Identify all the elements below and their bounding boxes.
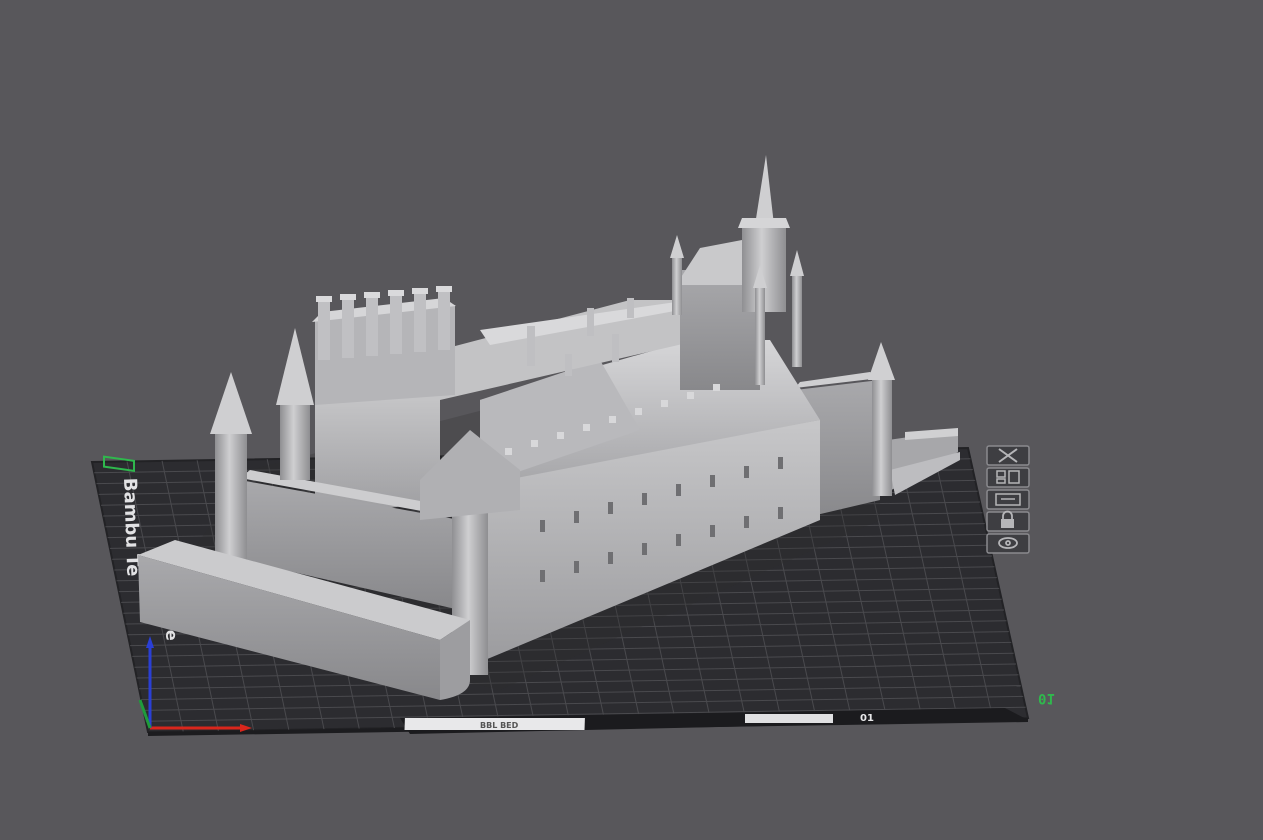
pinnacle-right-2 xyxy=(672,255,682,315)
plate-number-icon: 01 xyxy=(860,713,874,724)
keep-turret-cap xyxy=(436,286,452,292)
orient-plate-button[interactable] xyxy=(986,489,1030,510)
keep-turret-cap xyxy=(364,292,380,298)
plate-settings-button[interactable] xyxy=(986,533,1030,554)
tower-left-1 xyxy=(215,430,247,560)
pinnacle-right-1 xyxy=(792,272,802,367)
plate-toolbar xyxy=(986,445,1030,554)
window xyxy=(574,511,579,523)
keep-turret-cap xyxy=(316,296,332,302)
window xyxy=(608,552,613,564)
window xyxy=(540,570,545,582)
dormer xyxy=(531,440,538,447)
window xyxy=(710,475,715,487)
dormer xyxy=(635,408,642,415)
bed-sticker-right xyxy=(745,714,833,723)
dormer xyxy=(505,448,512,455)
keep-turret-cap xyxy=(388,290,404,296)
window xyxy=(642,543,647,555)
window xyxy=(608,502,613,514)
keep-turret xyxy=(342,298,354,358)
window xyxy=(574,561,579,573)
bed-label: BBL BED xyxy=(480,721,519,730)
corner-tower-right xyxy=(872,376,892,496)
window xyxy=(778,507,783,519)
dormer xyxy=(661,400,668,407)
window xyxy=(744,516,749,528)
arrange-plate-button[interactable] xyxy=(986,467,1030,488)
spire xyxy=(755,155,774,225)
keep-turret xyxy=(390,294,402,354)
window xyxy=(744,466,749,478)
window xyxy=(676,484,681,496)
spire-base xyxy=(738,218,790,228)
tower-left-2 xyxy=(280,400,310,480)
window xyxy=(676,534,681,546)
window xyxy=(710,525,715,537)
pinnacle-right-3 xyxy=(755,285,765,385)
dormer xyxy=(557,432,564,439)
pinnacle-right-1-cap xyxy=(790,250,804,276)
window xyxy=(778,457,783,469)
dormer xyxy=(687,392,694,399)
keep-top xyxy=(315,305,455,405)
window xyxy=(540,520,545,532)
keep-turret xyxy=(318,300,330,360)
keep-turret xyxy=(366,296,378,356)
dormer xyxy=(609,416,616,423)
tower-left-2-cap xyxy=(276,328,314,405)
keep-turret-cap xyxy=(412,288,428,294)
pinnacle-right-2-cap xyxy=(670,235,684,258)
tower-left-1-cap xyxy=(210,372,252,434)
keep-turret xyxy=(438,290,450,350)
window xyxy=(642,493,647,505)
dormer xyxy=(713,384,720,391)
3d-viewport[interactable]: BBL BED 01 Bambu Te e 01 xyxy=(0,0,1263,840)
plate-number-label: 01 xyxy=(1038,690,1055,706)
keep-turret xyxy=(414,292,426,352)
lock-plate-button[interactable] xyxy=(986,510,1030,532)
dormer xyxy=(583,424,590,431)
corner-tower-right-cap xyxy=(868,342,895,380)
keep-turret-cap xyxy=(340,294,356,300)
remove-plate-button[interactable] xyxy=(986,445,1030,466)
